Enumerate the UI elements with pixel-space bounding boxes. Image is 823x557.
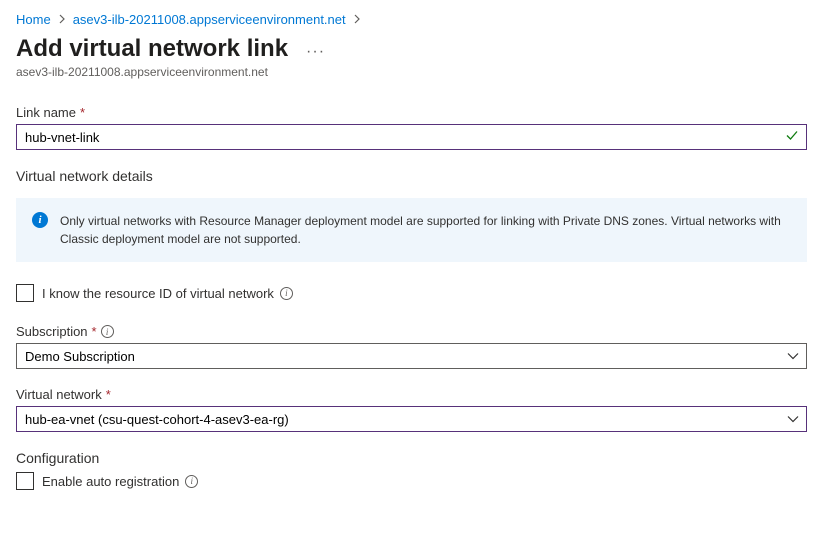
info-help-icon[interactable]: i [185,475,198,488]
required-indicator: * [92,324,97,339]
link-name-input[interactable] [16,124,807,150]
subscription-select[interactable]: Demo Subscription [16,343,807,369]
info-message: Only virtual networks with Resource Mana… [60,212,791,248]
breadcrumb-home[interactable]: Home [16,12,51,27]
page-subtitle: asev3-ilb-20211008.appserviceenvironment… [16,65,807,79]
virtual-network-label: Virtual network * [16,387,807,402]
info-banner: i Only virtual networks with Resource Ma… [16,198,807,262]
know-resource-id-label: I know the resource ID of virtual networ… [42,286,274,301]
link-name-label: Link name * [16,105,807,120]
valid-check-icon [785,129,799,146]
more-actions-button[interactable]: ··· [306,43,325,61]
required-indicator: * [80,105,85,120]
virtual-network-select[interactable]: hub-ea-vnet (csu-quest-cohort-4-asev3-ea… [16,406,807,432]
info-icon: i [32,212,48,228]
page-title: Add virtual network link [16,35,288,63]
know-resource-id-checkbox[interactable] [16,284,34,302]
breadcrumb: Home asev3-ilb-20211008.appserviceenviro… [16,12,807,27]
configuration-header: Configuration [16,450,807,466]
vnet-details-header: Virtual network details [16,168,807,184]
info-help-icon[interactable]: i [101,325,114,338]
required-indicator: * [106,387,111,402]
breadcrumb-separator [59,12,65,27]
info-help-icon[interactable]: i [280,287,293,300]
breadcrumb-parent[interactable]: asev3-ilb-20211008.appserviceenvironment… [73,12,346,27]
breadcrumb-separator [354,12,360,27]
auto-registration-checkbox[interactable] [16,472,34,490]
auto-registration-label: Enable auto registration [42,474,179,489]
subscription-label: Subscription * i [16,324,807,339]
